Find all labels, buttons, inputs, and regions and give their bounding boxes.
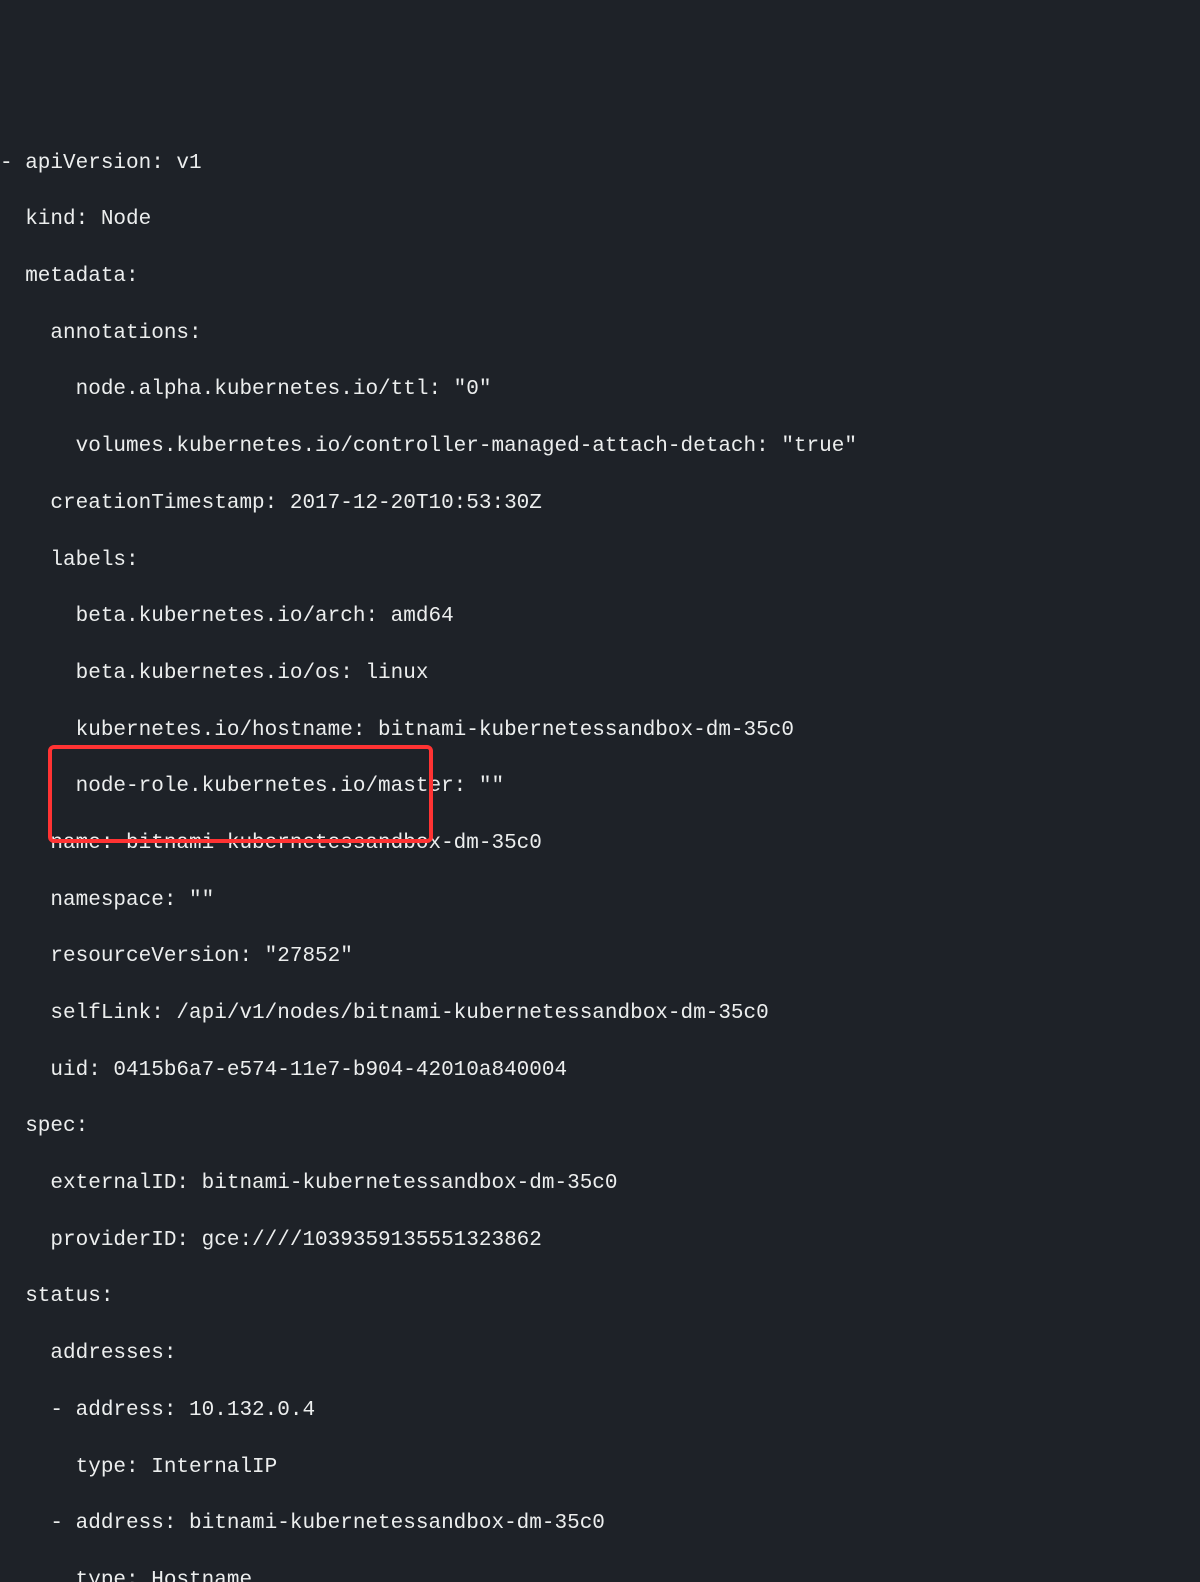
yaml-line: metadata: — [0, 263, 1200, 291]
yaml-line: labels: — [0, 547, 1200, 575]
yaml-line: spec: — [0, 1113, 1200, 1141]
yaml-line: - apiVersion: v1 — [0, 150, 1200, 178]
yaml-line: resourceVersion: "27852" — [0, 943, 1200, 971]
yaml-line: selfLink: /api/v1/nodes/bitnami-kubernet… — [0, 1000, 1200, 1028]
yaml-line: type: InternalIP — [0, 1454, 1200, 1482]
yaml-line: kubernetes.io/hostname: bitnami-kubernet… — [0, 717, 1200, 745]
yaml-line: volumes.kubernetes.io/controller-managed… — [0, 433, 1200, 461]
yaml-line: annotations: — [0, 320, 1200, 348]
yaml-line: addresses: — [0, 1340, 1200, 1368]
yaml-line: beta.kubernetes.io/arch: amd64 — [0, 603, 1200, 631]
yaml-line: - address: 10.132.0.4 — [0, 1397, 1200, 1425]
yaml-line: creationTimestamp: 2017-12-20T10:53:30Z — [0, 490, 1200, 518]
yaml-line: externalID: bitnami-kubernetessandbox-dm… — [0, 1170, 1200, 1198]
yaml-line: name: bitnami-kubernetessandbox-dm-35c0 — [0, 830, 1200, 858]
yaml-line: type: Hostname — [0, 1567, 1200, 1582]
yaml-line: namespace: "" — [0, 887, 1200, 915]
yaml-line: uid: 0415b6a7-e574-11e7-b904-42010a84000… — [0, 1057, 1200, 1085]
yaml-line: providerID: gce:////1039359135551323862 — [0, 1227, 1200, 1255]
yaml-line: status: — [0, 1283, 1200, 1311]
yaml-line: kind: Node — [0, 206, 1200, 234]
yaml-line: beta.kubernetes.io/os: linux — [0, 660, 1200, 688]
yaml-line: node.alpha.kubernetes.io/ttl: "0" — [0, 376, 1200, 404]
yaml-line: - address: bitnami-kubernetessandbox-dm-… — [0, 1510, 1200, 1538]
yaml-output: - apiVersion: v1 kind: Node metadata: an… — [0, 121, 1200, 1582]
yaml-line: node-role.kubernetes.io/master: "" — [0, 773, 1200, 801]
